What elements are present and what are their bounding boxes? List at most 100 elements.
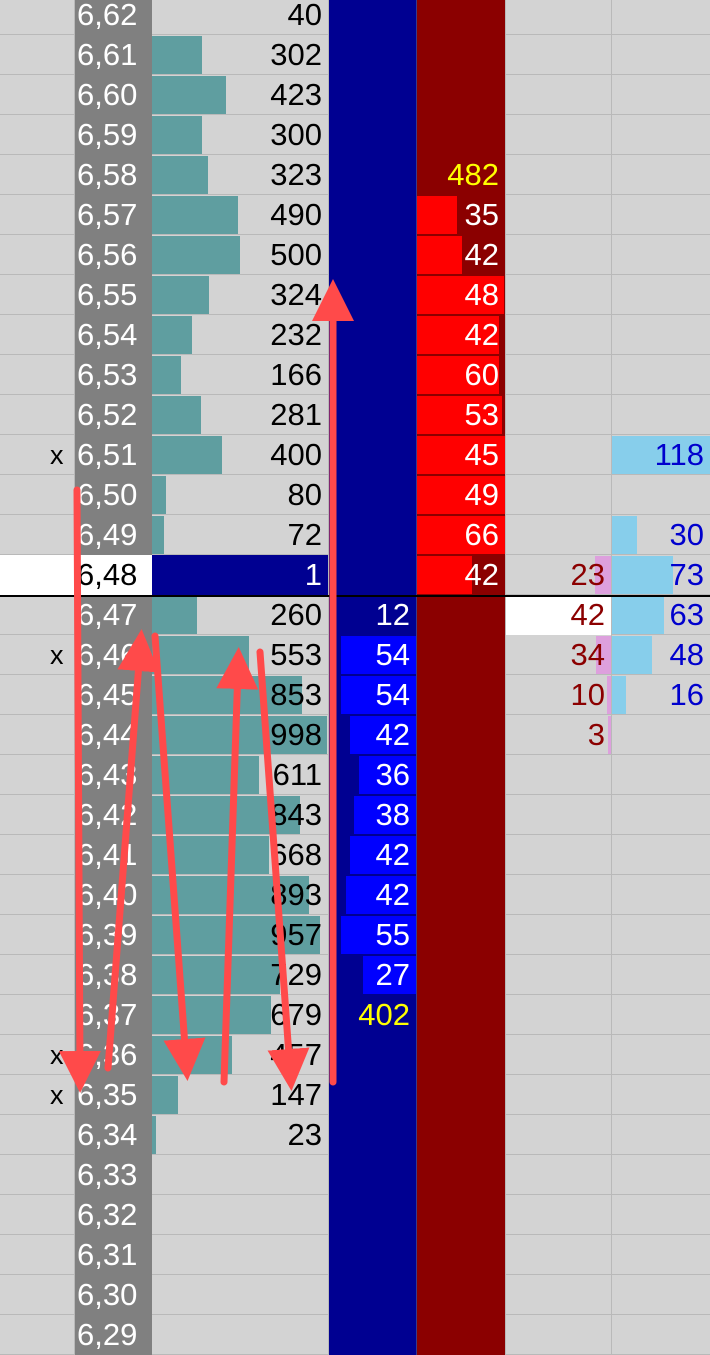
volume-cell[interactable]: 147 — [152, 1075, 329, 1115]
price-cell[interactable]: 6,52 — [75, 395, 152, 435]
ask-cell[interactable] — [417, 715, 506, 755]
ladder-row[interactable]: 6,33 — [0, 1155, 710, 1195]
ask-cell[interactable] — [417, 995, 506, 1035]
buy-delta-cell[interactable] — [612, 715, 710, 755]
ask-cell[interactable]: 42 — [417, 555, 506, 595]
ladder-row[interactable]: x 6,36 457 — [0, 1035, 710, 1075]
volume-cell[interactable]: 998 — [152, 715, 329, 755]
ladder-row[interactable]: 6,31 — [0, 1235, 710, 1275]
sell-delta-cell[interactable]: 23 — [506, 555, 612, 595]
ask-cell[interactable] — [417, 875, 506, 915]
bid-cell[interactable] — [329, 115, 417, 155]
sell-delta-cell[interactable] — [506, 835, 612, 875]
buy-delta-cell[interactable]: 30 — [612, 515, 710, 555]
ladder-row[interactable]: 6,34 23 — [0, 1115, 710, 1155]
price-cell[interactable]: 6,44 — [75, 715, 152, 755]
price-cell[interactable]: 6,42 — [75, 795, 152, 835]
ask-cell[interactable] — [417, 1235, 506, 1275]
price-cell[interactable]: 6,36 — [75, 1035, 152, 1075]
price-cell[interactable]: 6,45 — [75, 675, 152, 715]
ask-cell[interactable] — [417, 835, 506, 875]
bid-cell[interactable] — [329, 1235, 417, 1275]
buy-delta-cell[interactable] — [612, 315, 710, 355]
marker-cell[interactable] — [0, 995, 75, 1035]
buy-delta-cell[interactable] — [612, 1075, 710, 1115]
buy-delta-cell[interactable] — [612, 1235, 710, 1275]
buy-delta-cell[interactable]: 73 — [612, 555, 710, 595]
price-cell[interactable]: 6,40 — [75, 875, 152, 915]
bid-cell[interactable] — [329, 1115, 417, 1155]
volume-cell[interactable]: 260 — [152, 595, 329, 635]
bid-cell[interactable] — [329, 155, 417, 195]
buy-delta-cell[interactable] — [612, 355, 710, 395]
marker-cell[interactable] — [0, 875, 75, 915]
buy-delta-cell[interactable] — [612, 875, 710, 915]
ladder-row[interactable]: 6,58 323 482 — [0, 155, 710, 195]
sell-delta-cell[interactable] — [506, 115, 612, 155]
price-cell[interactable]: 6,39 — [75, 915, 152, 955]
volume-cell[interactable]: 323 — [152, 155, 329, 195]
volume-cell[interactable]: 843 — [152, 795, 329, 835]
marker-cell[interactable] — [0, 1275, 75, 1315]
ask-cell[interactable] — [417, 755, 506, 795]
bid-cell[interactable]: 42 — [329, 715, 417, 755]
price-cell[interactable]: 6,51 — [75, 435, 152, 475]
price-cell[interactable]: 6,43 — [75, 755, 152, 795]
ladder-row[interactable]: 6,49 72 66 30 — [0, 515, 710, 555]
bid-cell[interactable] — [329, 1275, 417, 1315]
ask-cell[interactable] — [417, 75, 506, 115]
sell-delta-cell[interactable]: 3 — [506, 715, 612, 755]
price-cell[interactable]: 6,35 — [75, 1075, 152, 1115]
marker-cell[interactable] — [0, 235, 75, 275]
sell-delta-cell[interactable] — [506, 1115, 612, 1155]
ladder-row[interactable]: x 6,51 400 45 118 — [0, 435, 710, 475]
sell-delta-cell[interactable] — [506, 795, 612, 835]
sell-delta-cell[interactable] — [506, 1315, 612, 1355]
buy-delta-cell[interactable] — [612, 795, 710, 835]
price-cell[interactable]: 6,49 — [75, 515, 152, 555]
bid-cell[interactable] — [329, 0, 417, 35]
volume-cell[interactable]: 457 — [152, 1035, 329, 1075]
price-cell[interactable]: 6,30 — [75, 1275, 152, 1315]
marker-cell[interactable] — [0, 555, 75, 595]
ladder-row[interactable]: 6,57 490 35 — [0, 195, 710, 235]
price-cell[interactable]: 6,58 — [75, 155, 152, 195]
marker-cell[interactable] — [0, 75, 75, 115]
buy-delta-cell[interactable] — [612, 155, 710, 195]
ask-cell[interactable]: 42 — [417, 235, 506, 275]
marker-cell[interactable] — [0, 395, 75, 435]
ask-cell[interactable] — [417, 675, 506, 715]
price-cell[interactable]: 6,48 — [75, 555, 152, 595]
bid-cell[interactable] — [329, 1075, 417, 1115]
buy-delta-cell[interactable] — [612, 835, 710, 875]
marker-cell[interactable] — [0, 315, 75, 355]
bid-cell[interactable]: 402 — [329, 995, 417, 1035]
buy-delta-cell[interactable]: 118 — [612, 435, 710, 475]
buy-delta-cell[interactable] — [612, 1275, 710, 1315]
bid-cell[interactable]: 42 — [329, 835, 417, 875]
marker-cell[interactable]: x — [0, 635, 75, 675]
marker-cell[interactable] — [0, 155, 75, 195]
marker-cell[interactable]: x — [0, 1075, 75, 1115]
marker-cell[interactable] — [0, 195, 75, 235]
price-cell[interactable]: 6,41 — [75, 835, 152, 875]
ask-cell[interactable] — [417, 955, 506, 995]
buy-delta-cell[interactable] — [612, 1155, 710, 1195]
bid-cell[interactable]: 12 — [329, 595, 417, 635]
bid-cell[interactable] — [329, 195, 417, 235]
sell-delta-cell[interactable] — [506, 955, 612, 995]
volume-cell[interactable]: 324 — [152, 275, 329, 315]
bid-cell[interactable]: 42 — [329, 875, 417, 915]
ask-cell[interactable]: 66 — [417, 515, 506, 555]
marker-cell[interactable] — [0, 1195, 75, 1235]
volume-cell[interactable]: 281 — [152, 395, 329, 435]
sell-delta-cell[interactable]: 10 — [506, 675, 612, 715]
sell-delta-cell[interactable] — [506, 915, 612, 955]
price-cell[interactable]: 6,29 — [75, 1315, 152, 1355]
ladder-row[interactable]: 6,37 679 402 — [0, 995, 710, 1035]
ladder-row[interactable]: 6,56 500 42 — [0, 235, 710, 275]
bid-cell[interactable] — [329, 35, 417, 75]
sell-delta-cell[interactable] — [506, 755, 612, 795]
ask-cell[interactable] — [417, 595, 506, 635]
marker-cell[interactable] — [0, 275, 75, 315]
